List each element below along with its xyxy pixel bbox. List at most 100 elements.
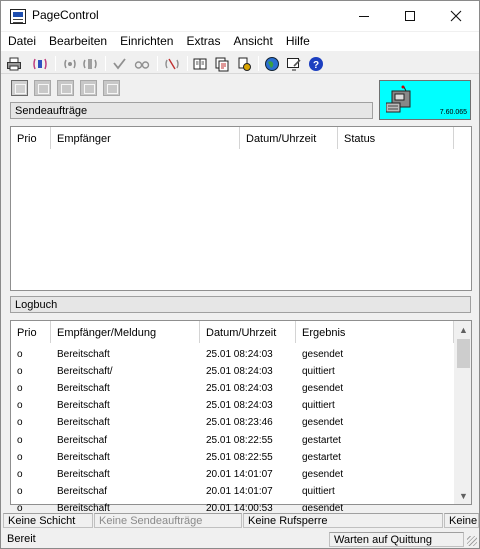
menu-einrichten[interactable]: Einrichten bbox=[113, 32, 179, 51]
cell-prio: o bbox=[17, 434, 23, 446]
cell-empfaenger: Bereitschaf bbox=[57, 485, 108, 497]
cell-datum: 25.01 08:22:55 bbox=[206, 451, 273, 463]
cell-ergebnis: quittiert bbox=[302, 485, 335, 497]
menu-datei[interactable]: Datei bbox=[1, 32, 42, 51]
cell-ergebnis: quittiert bbox=[302, 400, 335, 412]
tools-icon bbox=[238, 57, 251, 71]
resize-grip[interactable] bbox=[467, 536, 477, 546]
antenna-off-button[interactable] bbox=[163, 55, 181, 72]
cell-empfaenger: Bereitschaf bbox=[57, 434, 108, 446]
toolbar-separator bbox=[157, 56, 158, 71]
close-button[interactable] bbox=[433, 1, 479, 31]
cell-prio: o bbox=[17, 485, 23, 497]
radio-page-button[interactable] bbox=[31, 55, 49, 72]
close-icon bbox=[450, 10, 462, 22]
monitor-edit-button[interactable] bbox=[285, 55, 303, 72]
cell-datum: 25.01 08:24:03 bbox=[206, 383, 273, 395]
menu-extras[interactable]: Extras bbox=[179, 32, 226, 51]
status-extra: Keine bbox=[444, 513, 479, 528]
globe-button[interactable] bbox=[263, 55, 281, 72]
signal-button[interactable] bbox=[61, 55, 79, 72]
sendeauftraege-list[interactable]: Prio Empfänger Datum/Uhrzeit Status bbox=[10, 126, 472, 291]
scroll-up-icon[interactable]: ▲ bbox=[455, 321, 472, 338]
sendeauftraege-header[interactable]: Sendeaufträge bbox=[10, 102, 373, 119]
glasses-button[interactable] bbox=[133, 55, 151, 72]
cell-empfaenger: Bereitschaft bbox=[57, 349, 110, 360]
status-sendeauftraege: Keine Sendeaufträge bbox=[94, 513, 242, 528]
view-button-1[interactable] bbox=[11, 80, 28, 96]
menu-bearbeiten[interactable]: Bearbeiten bbox=[42, 32, 113, 51]
pages-icon bbox=[215, 57, 229, 71]
toolbar-separator bbox=[105, 56, 106, 71]
table-row[interactable]: o Bereitschaft 25.01 08:23:46 gesendet bbox=[11, 415, 454, 432]
signal-icon bbox=[64, 59, 76, 68]
scroll-thumb[interactable] bbox=[457, 339, 470, 368]
column-status[interactable]: Status bbox=[338, 127, 454, 149]
column-datum[interactable]: Datum/Uhrzeit bbox=[240, 127, 338, 149]
svg-text:?: ? bbox=[313, 60, 319, 71]
view-button-4[interactable] bbox=[80, 80, 97, 96]
pages-button[interactable] bbox=[213, 55, 231, 72]
table-row[interactable]: o Bereitschaft 25.01 08:24:03 quittiert bbox=[11, 398, 454, 415]
cell-prio: o bbox=[17, 383, 23, 395]
cell-datum: 25.01 08:24:03 bbox=[206, 349, 273, 360]
transmit-button[interactable] bbox=[81, 55, 99, 72]
help-icon: ? bbox=[309, 56, 323, 71]
device-version: 7.60.065 bbox=[439, 109, 467, 116]
tools-button[interactable] bbox=[235, 55, 253, 72]
print-icon bbox=[7, 57, 21, 70]
view-button-5[interactable] bbox=[103, 80, 120, 96]
cell-ergebnis: quittiert bbox=[302, 366, 335, 378]
table-row[interactable]: o Bereitschaft 20.01 14:01:07 gesendet bbox=[11, 467, 454, 484]
status-bar-bottom: Bereit Warten auf Quittung bbox=[1, 530, 479, 548]
book-button[interactable] bbox=[191, 55, 209, 72]
cell-datum: 25.01 08:24:03 bbox=[206, 400, 273, 412]
table-row[interactable]: o Bereitschaf 25.01 08:22:55 gestartet bbox=[11, 433, 454, 450]
monitor-edit-icon bbox=[287, 57, 301, 70]
table-row[interactable]: o Bereitschaft 25.01 08:24:03 gesendet bbox=[11, 347, 454, 364]
title-bar: PageControl bbox=[1, 1, 479, 31]
toolbar-separator bbox=[258, 56, 259, 71]
antenna-check-button[interactable] bbox=[111, 55, 129, 72]
cell-datum: 25.01 08:23:46 bbox=[206, 417, 273, 429]
column-prio[interactable]: Prio bbox=[11, 127, 51, 149]
print-button[interactable] bbox=[5, 55, 23, 72]
toolbar-separator bbox=[55, 56, 56, 71]
minimize-button[interactable] bbox=[341, 1, 387, 31]
maximize-button[interactable] bbox=[387, 1, 433, 31]
cell-prio: o bbox=[17, 468, 23, 480]
column-datum[interactable]: Datum/Uhrzeit bbox=[200, 321, 296, 343]
cell-ergebnis: gestartet bbox=[302, 434, 341, 446]
column-empfaenger-meldung[interactable]: Empfänger/Meldung bbox=[51, 321, 200, 343]
help-button[interactable]: ? bbox=[307, 55, 325, 72]
cell-prio: o bbox=[17, 349, 23, 360]
logbuch-header[interactable]: Logbuch bbox=[10, 296, 471, 313]
menu-hilfe[interactable]: Hilfe bbox=[279, 32, 316, 51]
menu-bar: Datei Bearbeiten Einrichten Extras Ansic… bbox=[1, 32, 479, 51]
cell-ergebnis: gestartet bbox=[302, 451, 341, 463]
device-status-panel: 7.60.065 bbox=[379, 80, 471, 120]
cell-prio: o bbox=[17, 417, 23, 429]
column-ergebnis[interactable]: Ergebnis bbox=[296, 321, 454, 343]
table-row[interactable]: o Bereitschaf 20.01 14:01:07 quittiert bbox=[11, 484, 454, 501]
scroll-down-icon[interactable]: ▼ bbox=[455, 487, 472, 504]
cell-ergebnis: gesendet bbox=[302, 349, 344, 360]
glasses-icon bbox=[134, 60, 150, 69]
menu-ansicht[interactable]: Ansicht bbox=[226, 32, 278, 51]
view-button-2[interactable] bbox=[34, 80, 51, 96]
column-prio[interactable]: Prio bbox=[11, 321, 51, 343]
minimize-icon bbox=[359, 15, 369, 17]
cell-prio: o bbox=[17, 451, 23, 463]
logbuch-scrollbar[interactable]: ▲ ▼ bbox=[454, 321, 471, 504]
status-schicht: Keine Schicht bbox=[3, 513, 93, 528]
status-bar-top: Keine Schicht Keine Sendeaufträge Keine … bbox=[1, 511, 479, 529]
table-row[interactable]: o Bereitschaft/25.01 08:24:03 quittiert bbox=[11, 364, 454, 381]
table-row[interactable]: o Bereitschaft 25.01 08:22:55 gestartet bbox=[11, 450, 454, 467]
view-button-3[interactable] bbox=[57, 80, 74, 96]
pager-device-icon bbox=[386, 85, 411, 113]
column-empfaenger[interactable]: Empfänger bbox=[51, 127, 240, 149]
cell-datum: 20.01 14:01:07 bbox=[206, 485, 273, 497]
status-quittung: Warten auf Quittung bbox=[329, 532, 464, 547]
logbuch-list[interactable]: Prio Empfänger/Meldung Datum/Uhrzeit Erg… bbox=[10, 320, 472, 514]
table-row[interactable]: o Bereitschaft 25.01 08:24:03 gesendet bbox=[11, 381, 454, 398]
